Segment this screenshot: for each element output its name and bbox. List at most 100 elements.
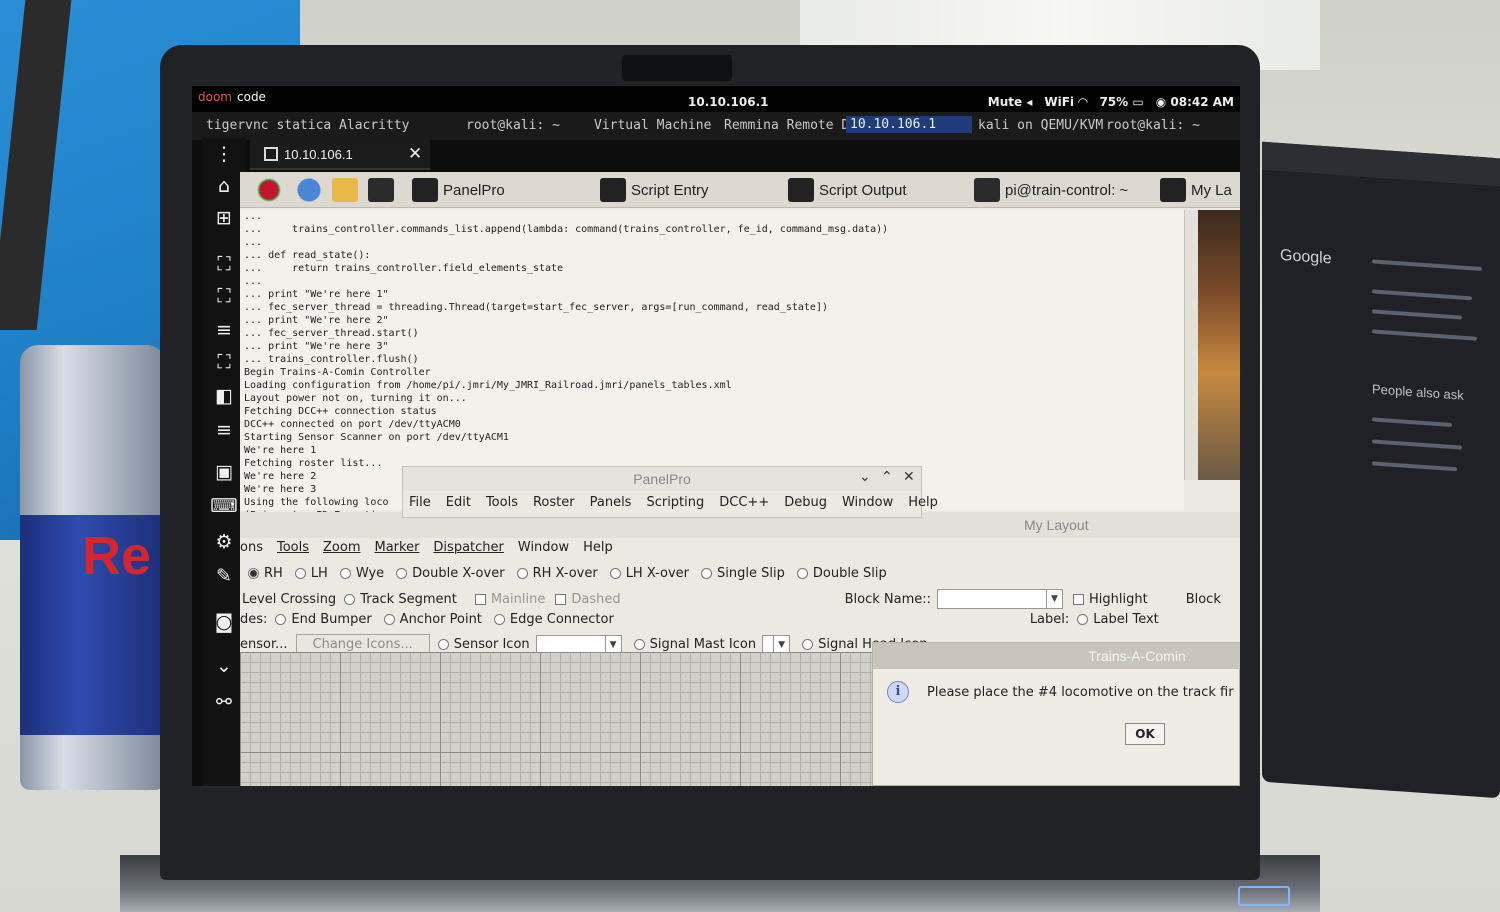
tab-tigervnc[interactable]: tigervnc statica Alacritty xyxy=(206,118,410,133)
menu-zoom[interactable]: Zoom xyxy=(323,540,360,555)
wifi-indicator[interactable]: WiFi ◠ xyxy=(1044,95,1087,109)
disconnect-icon[interactable]: ⚯ xyxy=(210,690,238,714)
radio-rh[interactable] xyxy=(248,568,259,579)
fit-window-icon[interactable]: ⛶ xyxy=(210,252,238,276)
radio-sensor-icon[interactable] xyxy=(437,639,449,650)
menu-edit[interactable]: Edit xyxy=(446,495,471,510)
radio-lh-xover[interactable] xyxy=(609,568,621,579)
keyboard-icon[interactable]: ⌨ xyxy=(210,494,238,518)
tools-icon[interactable]: ✎ xyxy=(210,564,238,588)
fullscreen-icon[interactable]: ⛶ xyxy=(210,284,238,308)
close-icon[interactable]: ✕ xyxy=(903,469,915,485)
menu-scripting[interactable]: Scripting xyxy=(646,495,704,510)
remote-desktop[interactable]: PanelPro Script Entry Script Output pi@t… xyxy=(240,172,1240,786)
menu-window[interactable]: Window xyxy=(518,540,569,555)
mute-label: Mute xyxy=(987,95,1023,109)
radio-double-slip[interactable] xyxy=(796,568,808,579)
desktop-wallpaper xyxy=(1198,210,1240,480)
terminal-line: Fetching DCC++ connection status xyxy=(244,406,437,417)
battery-indicator[interactable]: 75% ▭ xyxy=(1099,95,1143,109)
maximize-icon[interactable]: ⌃ xyxy=(881,469,893,485)
battery-label: 75% xyxy=(1099,95,1129,109)
radio-anchor-point[interactable] xyxy=(383,614,395,625)
terminal-icon[interactable] xyxy=(368,176,394,204)
clock-icon: ◉ xyxy=(1155,95,1167,109)
menu-panels[interactable]: Panels xyxy=(590,495,632,510)
label-text-label: Label Text xyxy=(1093,612,1159,627)
workspace-doom[interactable]: doom xyxy=(198,90,232,104)
new-window-icon[interactable]: ⊞ xyxy=(210,206,238,230)
radio-wye[interactable] xyxy=(339,568,351,579)
dashed-checkbox[interactable] xyxy=(555,593,567,605)
menu-options[interactable]: ons xyxy=(240,540,263,555)
radio-signal-mast-icon[interactable] xyxy=(633,639,645,650)
radio-label-text[interactable] xyxy=(1077,614,1089,625)
block-name-dropdown[interactable]: ▼ xyxy=(937,589,1063,609)
menu-roster[interactable]: Roster xyxy=(533,495,575,510)
level-crossing-label: Level Crossing xyxy=(242,591,337,607)
browser-icon[interactable] xyxy=(296,176,322,204)
radio-lh[interactable] xyxy=(294,568,306,579)
mute-indicator[interactable]: Mute ◂ xyxy=(988,95,1033,109)
radio-track-segment[interactable] xyxy=(344,593,356,605)
task-script-entry[interactable]: Script Entry xyxy=(600,176,709,204)
terminal-line: ... xyxy=(244,211,263,222)
tab-virtual-machine[interactable]: Virtual Machine xyxy=(594,118,711,133)
menu-dccpp[interactable]: DCC++ xyxy=(719,495,769,510)
mainline-checkbox[interactable] xyxy=(474,593,486,605)
file-manager-icon[interactable] xyxy=(332,176,358,204)
clock-time: 08:42 AM xyxy=(1170,95,1234,109)
radio-single-slip[interactable] xyxy=(701,568,713,579)
raspberry-menu-icon[interactable] xyxy=(256,176,282,204)
menu-tools[interactable]: Tools xyxy=(486,495,518,510)
chevron-down-icon: ▼ xyxy=(773,635,789,654)
menu-help[interactable]: Help xyxy=(583,540,613,555)
tab-remmina[interactable]: Remmina Remote D xyxy=(724,118,849,133)
menu-debug[interactable]: Debug xyxy=(784,495,827,510)
screenshot-icon[interactable]: ◙ xyxy=(210,610,238,634)
scale-icon[interactable]: ⛶ xyxy=(210,350,238,374)
list-icon[interactable]: ≡ xyxy=(210,418,238,442)
task-terminal[interactable]: pi@train-control: ~ xyxy=(974,176,1128,204)
scaled-mode-icon[interactable]: ◧ xyxy=(210,384,238,408)
dynamic-resolution-icon[interactable]: ≡ xyxy=(210,318,238,342)
highlight-checkbox[interactable] xyxy=(1073,593,1084,605)
menu-dispatcher[interactable]: Dispatcher xyxy=(433,540,503,555)
clock[interactable]: ◉ 08:42 AM xyxy=(1156,95,1234,109)
task-my-layout-label: My La xyxy=(1191,181,1232,199)
close-icon[interactable]: ✕ xyxy=(408,144,422,164)
connection-tab[interactable]: 10.10.106.1 ✕ xyxy=(250,140,430,170)
switch-tab-icon[interactable]: ▣ xyxy=(210,460,238,484)
radio-signal-head-icon[interactable] xyxy=(802,639,814,650)
radio-wye-label: Wye xyxy=(355,566,385,581)
menu-marker[interactable]: Marker xyxy=(374,540,419,555)
tab-kali-qemu[interactable]: kali on QEMU/KVM xyxy=(978,118,1103,133)
task-script-output[interactable]: Script Output xyxy=(788,176,907,204)
radio-end-bumper[interactable] xyxy=(275,614,287,625)
turnout-type-row: RH LH Wye Double X-over RH X-over LH X-o… xyxy=(240,566,887,581)
workspace-code[interactable]: code xyxy=(237,90,266,104)
menu-help[interactable]: Help xyxy=(908,495,938,510)
tab-remote-host[interactable]: 10.10.106.1 xyxy=(846,116,972,133)
tab-root-kali-1[interactable]: root@kali: ~ xyxy=(466,118,560,133)
task-my-layout[interactable]: My La xyxy=(1160,176,1232,204)
terminal-scrollbar[interactable] xyxy=(1184,210,1198,480)
menu-file[interactable]: File xyxy=(409,495,431,510)
connection-tab-title: 10.10.106.1 xyxy=(284,147,353,162)
menu-dots-icon[interactable]: ⋮ xyxy=(210,142,238,166)
minimize-icon[interactable]: ⌄ xyxy=(210,654,238,678)
menu-tools[interactable]: Tools xyxy=(277,540,309,555)
script-output-terminal[interactable]: ... ... trains_controller.commands_list.a… xyxy=(240,210,1184,521)
menu-window[interactable]: Window xyxy=(842,495,893,510)
radio-double-xover[interactable] xyxy=(396,568,408,579)
tab-root-kali-2[interactable]: root@kali: ~ xyxy=(1106,118,1200,133)
radio-double-xover-label: Double X-over xyxy=(412,566,505,581)
home-icon[interactable]: ⌂ xyxy=(210,174,238,198)
task-panelpro[interactable]: PanelPro xyxy=(412,176,505,204)
monitor-icon xyxy=(264,147,278,161)
settings-icon[interactable]: ⚙ xyxy=(210,530,238,554)
radio-edge-connector[interactable] xyxy=(493,614,505,625)
minimize-icon[interactable]: ⌄ xyxy=(859,469,871,485)
ok-button[interactable]: OK xyxy=(1125,723,1165,745)
radio-rh-xover[interactable] xyxy=(516,568,528,579)
